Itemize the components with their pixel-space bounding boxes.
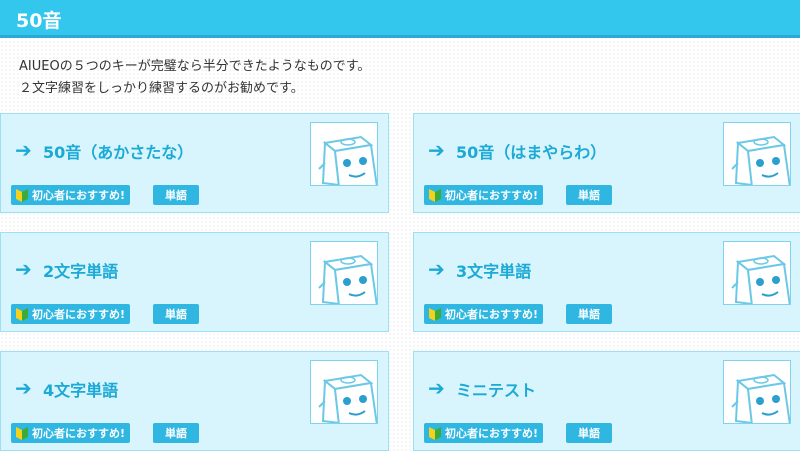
beginner-badge: 初心者におすすめ! [11,423,131,443]
card-label: 3文字単語 [456,262,532,281]
card-label: 50音（あかさたな） [43,143,194,162]
page-header: 50音 [0,0,800,38]
tag-badge: 単語 [153,304,199,324]
intro-line-1: AIUEOの５つのキーが完璧なら半分できたようなものです。 [19,59,371,74]
card-50on-akasatana[interactable]: ➔ 50音（あかさたな） 初心者におすすめ! 単語 [0,113,389,213]
card-2moji-tango[interactable]: ➔ 2文字単語 初心者におすすめ! 単語 [0,232,389,332]
tag-badge: 単語 [566,423,612,443]
tag-badge: 単語 [153,423,199,443]
box-robot-mascot-icon [310,360,378,424]
beginner-leaf-icon [429,308,441,321]
intro-text: AIUEOの５つのキーが完璧なら半分できたようなものです。 ２文字練習をしっかり… [19,56,779,100]
tag-badge: 単語 [153,185,199,205]
tag-label: 単語 [578,427,600,440]
box-robot-mascot-icon [310,122,378,186]
tag-label: 単語 [165,189,187,202]
right-arrow-icon: ➔ [15,257,32,281]
card-label: ミニテスト [456,381,537,400]
tag-label: 単語 [578,189,600,202]
box-robot-mascot-icon [723,122,791,186]
page-title: 50音 [16,10,62,32]
beginner-leaf-icon [429,189,441,202]
box-robot-mascot-icon [723,360,791,424]
beginner-leaf-icon [16,189,28,202]
right-arrow-icon: ➔ [428,138,445,162]
card-3moji-tango[interactable]: ➔ 3文字単語 初心者におすすめ! 単語 [413,232,800,332]
card-label: 50音（はまやらわ） [456,143,607,162]
beginner-leaf-icon [429,427,441,440]
tag-badge: 単語 [566,185,612,205]
tag-badge: 単語 [566,304,612,324]
box-robot-mascot-icon [310,241,378,305]
tag-label: 単語 [165,308,187,321]
beginner-badge: 初心者におすすめ! [424,423,544,443]
beginner-badge-label: 初心者におすすめ! [445,427,539,440]
beginner-leaf-icon [16,427,28,440]
beginner-badge-label: 初心者におすすめ! [32,427,126,440]
card-label: 2文字単語 [43,262,119,281]
beginner-badge: 初心者におすすめ! [11,304,131,324]
right-arrow-icon: ➔ [428,376,445,400]
beginner-badge: 初心者におすすめ! [11,185,131,205]
right-arrow-icon: ➔ [15,376,32,400]
card-mini-test[interactable]: ➔ ミニテスト 初心者におすすめ! 単語 [413,351,800,451]
beginner-badge: 初心者におすすめ! [424,185,544,205]
card-4moji-tango[interactable]: ➔ 4文字単語 初心者におすすめ! 単語 [0,351,389,451]
beginner-badge-label: 初心者におすすめ! [32,189,126,202]
right-arrow-icon: ➔ [15,138,32,162]
beginner-badge-label: 初心者におすすめ! [32,308,126,321]
beginner-leaf-icon [16,308,28,321]
tag-label: 単語 [165,427,187,440]
intro-line-2: ２文字練習をしっかり練習するのがお勧めです。 [19,81,304,96]
beginner-badge: 初心者におすすめ! [424,304,544,324]
card-label: 4文字単語 [43,381,119,400]
box-robot-mascot-icon [723,241,791,305]
right-arrow-icon: ➔ [428,257,445,281]
beginner-badge-label: 初心者におすすめ! [445,308,539,321]
card-50on-hamayarawa[interactable]: ➔ 50音（はまやらわ） 初心者におすすめ! 単語 [413,113,800,213]
beginner-badge-label: 初心者におすすめ! [445,189,539,202]
tag-label: 単語 [578,308,600,321]
